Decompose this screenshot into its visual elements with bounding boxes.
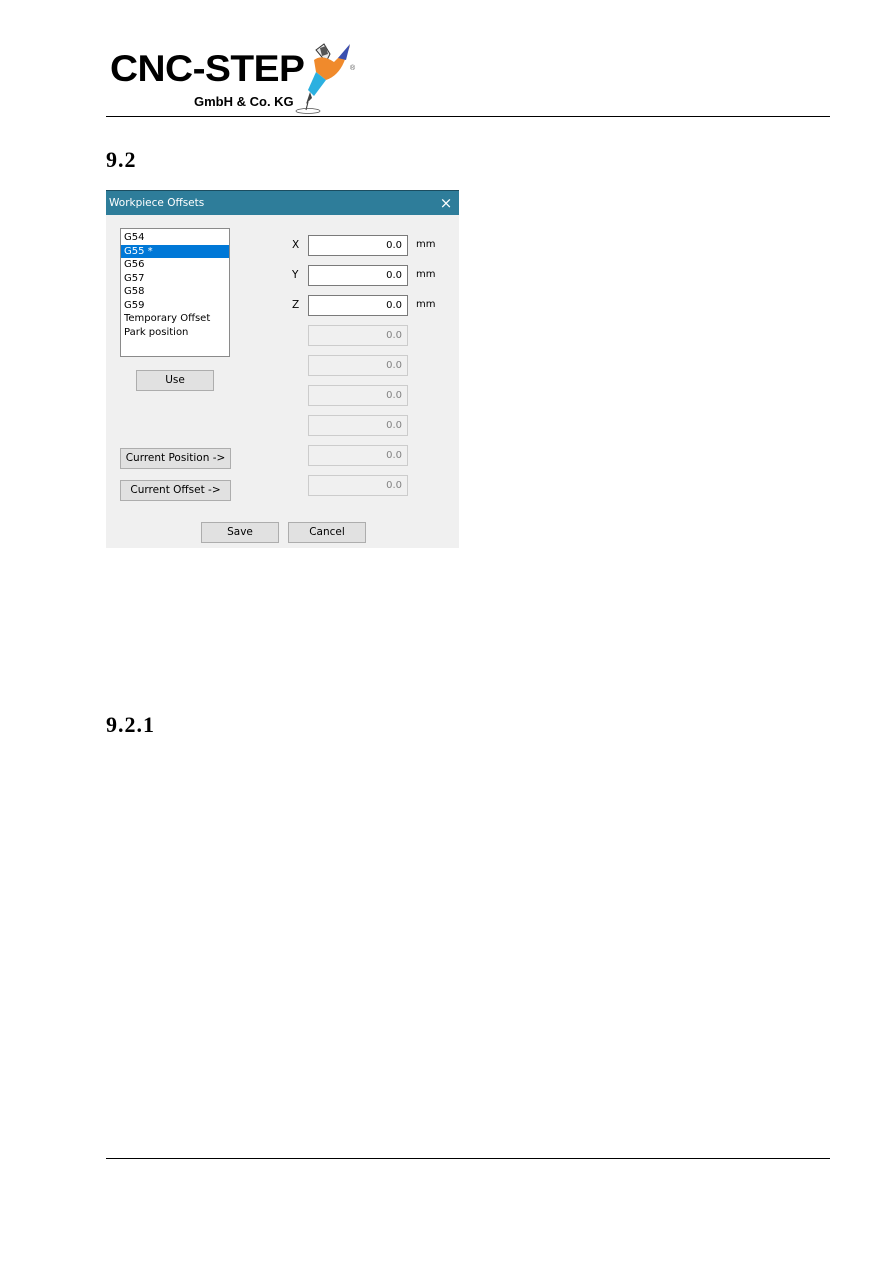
z-unit-label: mm: [416, 299, 436, 310]
subsection-heading: 9.2.1: [106, 712, 155, 737]
y-axis-label: Y: [292, 269, 299, 281]
logo-subtext: GmbH & Co. KG: [194, 94, 294, 109]
z-offset-input[interactable]: 0.0: [308, 295, 408, 316]
footer-rule: [106, 1158, 830, 1159]
offset-list-item[interactable]: G58: [121, 285, 229, 299]
current-offset-button[interactable]: Current Offset ->: [120, 480, 231, 501]
workpiece-offsets-dialog: Workpiece Offsets × G54 G55 * G56 G57 G58 G59…: [106, 190, 459, 548]
offset-list-item[interactable]: G55 *: [121, 244, 229, 258]
current-position-button[interactable]: Current Position ->: [120, 448, 231, 469]
offset-list-item[interactable]: G59: [121, 299, 229, 313]
x-unit-label: mm: [416, 239, 436, 250]
dialog-titlebar[interactable]: Workpiece Offsets ×: [106, 190, 459, 215]
x-offset-input[interactable]: 0.0: [308, 235, 408, 256]
section-heading: 9.2: [106, 147, 137, 172]
offset-listbox[interactable]: G54 G55 * G56 G57 G58 G59 Temporary Offset Park…: [120, 228, 230, 357]
disabled-offset-field: 0.0: [308, 385, 408, 406]
kingfisher-logo-icon: ®: [295, 43, 356, 114]
offset-list-item[interactable]: Park position: [121, 326, 229, 340]
z-axis-label: Z: [292, 299, 300, 311]
save-button[interactable]: Save: [201, 522, 279, 543]
y-offset-input[interactable]: 0.0: [308, 265, 408, 286]
logo-text: CNC-STEP: [110, 48, 305, 89]
x-axis-label: X: [292, 239, 300, 251]
cancel-button[interactable]: Cancel: [288, 522, 366, 543]
use-button[interactable]: Use: [136, 370, 214, 391]
disabled-offset-field: 0.0: [308, 475, 408, 496]
disabled-offset-field: 0.0: [308, 445, 408, 466]
offset-list-item[interactable]: G54: [121, 231, 229, 245]
offset-list-item[interactable]: Temporary Offset: [121, 312, 229, 326]
company-logo: CNC-STEP GmbH & Co. KG ®: [108, 40, 358, 115]
close-icon[interactable]: ×: [437, 194, 455, 212]
offset-list-item[interactable]: G56: [121, 258, 229, 272]
dialog-title: Workpiece Offsets: [109, 197, 205, 209]
y-unit-label: mm: [416, 269, 436, 280]
registered-mark: ®: [350, 64, 356, 72]
disabled-offset-field: 0.0: [308, 325, 408, 346]
offset-list-item[interactable]: G57: [121, 272, 229, 286]
disabled-offset-field: 0.0: [308, 355, 408, 376]
header-rule: [106, 116, 830, 117]
disabled-offset-field: 0.0: [308, 415, 408, 436]
